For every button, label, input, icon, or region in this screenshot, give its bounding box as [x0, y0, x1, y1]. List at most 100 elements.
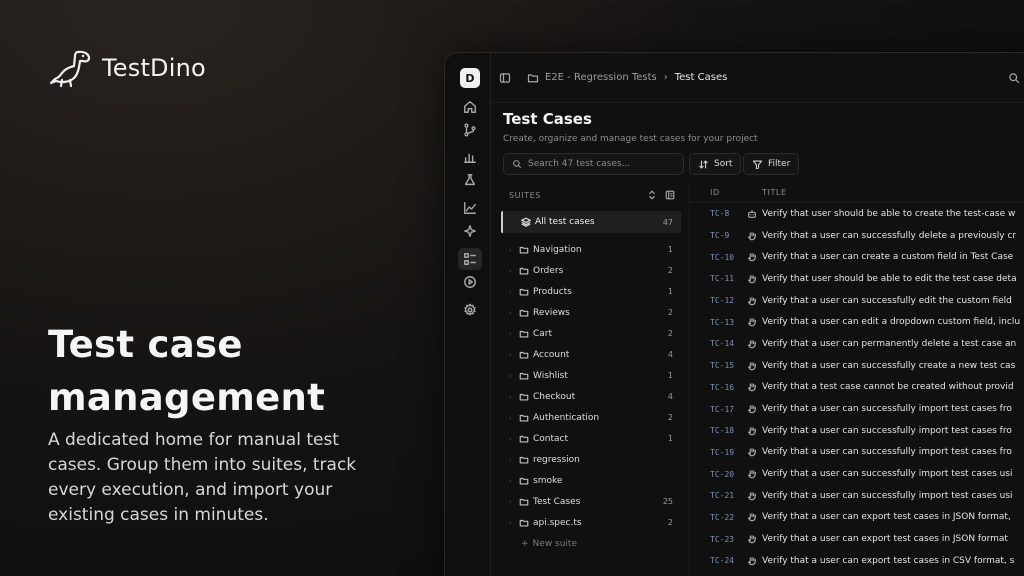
case-id[interactable]: TC-21 — [690, 491, 742, 500]
chevron-right-icon[interactable]: › — [509, 372, 519, 380]
suite-item[interactable]: › regression — [501, 449, 681, 470]
case-id[interactable]: TC-20 — [690, 470, 742, 479]
new-suite-button[interactable]: + New suite — [501, 533, 681, 555]
search-icon[interactable] — [1008, 72, 1020, 84]
table-row[interactable]: TC-11 Verify that user should be able to … — [690, 268, 1024, 290]
table-row[interactable]: TC-21 Verify that a user can successfully… — [690, 485, 1024, 507]
case-title[interactable]: Verify that a user can successfully impo… — [762, 447, 1012, 457]
case-title[interactable]: Verify that a test case cannot be create… — [762, 382, 1014, 392]
case-id[interactable]: TC-8 — [690, 209, 742, 218]
chevron-right-icon[interactable]: › — [509, 414, 519, 422]
chevron-right-icon[interactable]: › — [509, 267, 519, 275]
case-id[interactable]: TC-16 — [690, 383, 742, 392]
case-title[interactable]: Verify that a user can successfully impo… — [762, 491, 1013, 501]
case-title[interactable]: Verify that a user can edit a dropdown c… — [762, 317, 1020, 327]
table-row[interactable]: TC-17 Verify that a user can successfully… — [690, 398, 1024, 420]
breadcrumb-project[interactable]: E2E - Regression Tests — [545, 72, 657, 83]
case-id[interactable]: TC-9 — [690, 231, 742, 240]
table-row[interactable]: TC-12 Verify that a user can successfully… — [690, 290, 1024, 312]
column-header-title[interactable]: TITLE — [762, 188, 787, 197]
case-title[interactable]: Verify that a user can permanently delet… — [762, 339, 1016, 349]
table-row[interactable]: TC-15 Verify that a user can successfully… — [690, 355, 1024, 377]
line-chart-icon[interactable] — [460, 198, 480, 218]
chevron-right-icon[interactable]: › — [509, 519, 519, 527]
table-row[interactable]: TC-24 Verify that a user can export test … — [690, 550, 1024, 572]
home-icon[interactable] — [460, 97, 480, 117]
bar-chart-icon[interactable] — [460, 147, 480, 167]
case-id[interactable]: TC-19 — [690, 448, 742, 457]
case-title[interactable]: Verify that a user can export test cases… — [762, 534, 1008, 544]
flask-icon[interactable] — [460, 170, 480, 190]
case-id[interactable]: TC-11 — [690, 274, 742, 283]
chevron-right-icon[interactable]: › — [509, 456, 519, 464]
case-id[interactable]: TC-12 — [690, 296, 742, 305]
chevron-right-icon[interactable]: › — [509, 393, 519, 401]
expand-collapse-icon[interactable] — [647, 190, 657, 200]
suite-item[interactable]: › smoke — [501, 470, 681, 491]
chevron-right-icon[interactable]: › — [509, 288, 519, 296]
test-case-search[interactable] — [503, 153, 684, 175]
test-cases-icon[interactable] — [458, 248, 482, 270]
case-title[interactable]: Verify that a user can successfully dele… — [762, 231, 1016, 241]
case-title[interactable]: Verify that a user can successfully impo… — [762, 426, 1012, 436]
table-row[interactable]: TC-13 Verify that a user can edit a dropd… — [690, 311, 1024, 333]
suite-item[interactable]: › Products 1 — [501, 281, 681, 302]
suite-item[interactable]: › Account 4 — [501, 344, 681, 365]
table-row[interactable]: TC-9 Verify that a user can successfully … — [690, 225, 1024, 247]
play-circle-icon[interactable] — [460, 272, 480, 292]
chevron-right-icon[interactable]: › — [509, 498, 519, 506]
chevron-right-icon[interactable]: › — [509, 330, 519, 338]
case-title[interactable]: Verify that user should be able to creat… — [762, 209, 1015, 219]
case-id[interactable]: TC-17 — [690, 405, 742, 414]
suite-item[interactable]: › Reviews 2 — [501, 302, 681, 323]
case-id[interactable]: TC-22 — [690, 513, 742, 522]
case-title[interactable]: Verify that a user can create a custom f… — [762, 252, 1013, 262]
chevron-right-icon[interactable]: › — [509, 246, 519, 254]
suite-item[interactable]: › Test Cases 25 — [501, 491, 681, 512]
table-row[interactable]: TC-8 Verify that user should be able to c… — [690, 203, 1024, 225]
suite-item[interactable]: › Checkout 4 — [501, 386, 681, 407]
case-title[interactable]: Verify that a user can export test cases… — [762, 512, 1011, 522]
suite-item[interactable]: › Orders 2 — [501, 260, 681, 281]
table-row[interactable]: TC-14 Verify that a user can permanently … — [690, 333, 1024, 355]
search-input[interactable] — [528, 159, 678, 169]
table-row[interactable]: TC-19 Verify that a user can successfully… — [690, 442, 1024, 464]
case-title[interactable]: Verify that a user can successfully impo… — [762, 469, 1013, 479]
case-id[interactable]: TC-13 — [690, 318, 742, 327]
panel-icon[interactable] — [665, 190, 675, 200]
case-id[interactable]: TC-18 — [690, 426, 742, 435]
table-row[interactable]: TC-23 Verify that a user can export test … — [690, 528, 1024, 550]
case-title[interactable]: Verify that a user can successfully impo… — [762, 404, 1012, 414]
table-row[interactable]: TC-20 Verify that a user can successfully… — [690, 463, 1024, 485]
suite-all-test-cases[interactable]: All test cases 47 — [501, 211, 681, 233]
suite-item[interactable]: › Navigation 1 — [501, 239, 681, 260]
chevron-right-icon[interactable]: › — [509, 309, 519, 317]
suite-item[interactable]: › Cart 2 — [501, 323, 681, 344]
case-id[interactable]: TC-23 — [690, 535, 742, 544]
suite-item[interactable]: › Wishlist 1 — [501, 365, 681, 386]
workspace-avatar[interactable]: D — [460, 68, 480, 88]
chevron-right-icon[interactable]: › — [509, 435, 519, 443]
settings-icon[interactable] — [460, 300, 480, 320]
case-id[interactable]: TC-24 — [690, 556, 742, 565]
sparkle-icon[interactable] — [460, 221, 480, 241]
case-title[interactable]: Verify that a user can export test cases… — [762, 556, 1014, 566]
case-id[interactable]: TC-14 — [690, 339, 742, 348]
case-title[interactable]: Verify that a user can successfully edit… — [762, 296, 1012, 306]
column-header-id[interactable]: ID — [690, 188, 762, 197]
case-id[interactable]: TC-10 — [690, 253, 742, 262]
filter-button[interactable]: Filter — [743, 153, 800, 175]
table-row[interactable]: TC-16 Verify that a test case cannot be c… — [690, 377, 1024, 399]
git-branch-icon[interactable] — [460, 120, 480, 140]
case-title[interactable]: Verify that user should be able to edit … — [762, 274, 1017, 284]
sort-button[interactable]: Sort — [689, 153, 742, 175]
table-row[interactable]: TC-22 Verify that a user can export test … — [690, 507, 1024, 529]
sidebar-toggle-icon[interactable] — [499, 72, 511, 84]
chevron-right-icon[interactable]: › — [509, 351, 519, 359]
suite-item[interactable]: › Authentication 2 — [501, 407, 681, 428]
chevron-right-icon[interactable]: › — [509, 477, 519, 485]
table-row[interactable]: TC-10 Verify that a user can create a cus… — [690, 246, 1024, 268]
suite-item[interactable]: › Contact 1 — [501, 428, 681, 449]
table-row[interactable]: TC-18 Verify that a user can successfully… — [690, 420, 1024, 442]
suite-item[interactable]: › api.spec.ts 2 — [501, 512, 681, 533]
